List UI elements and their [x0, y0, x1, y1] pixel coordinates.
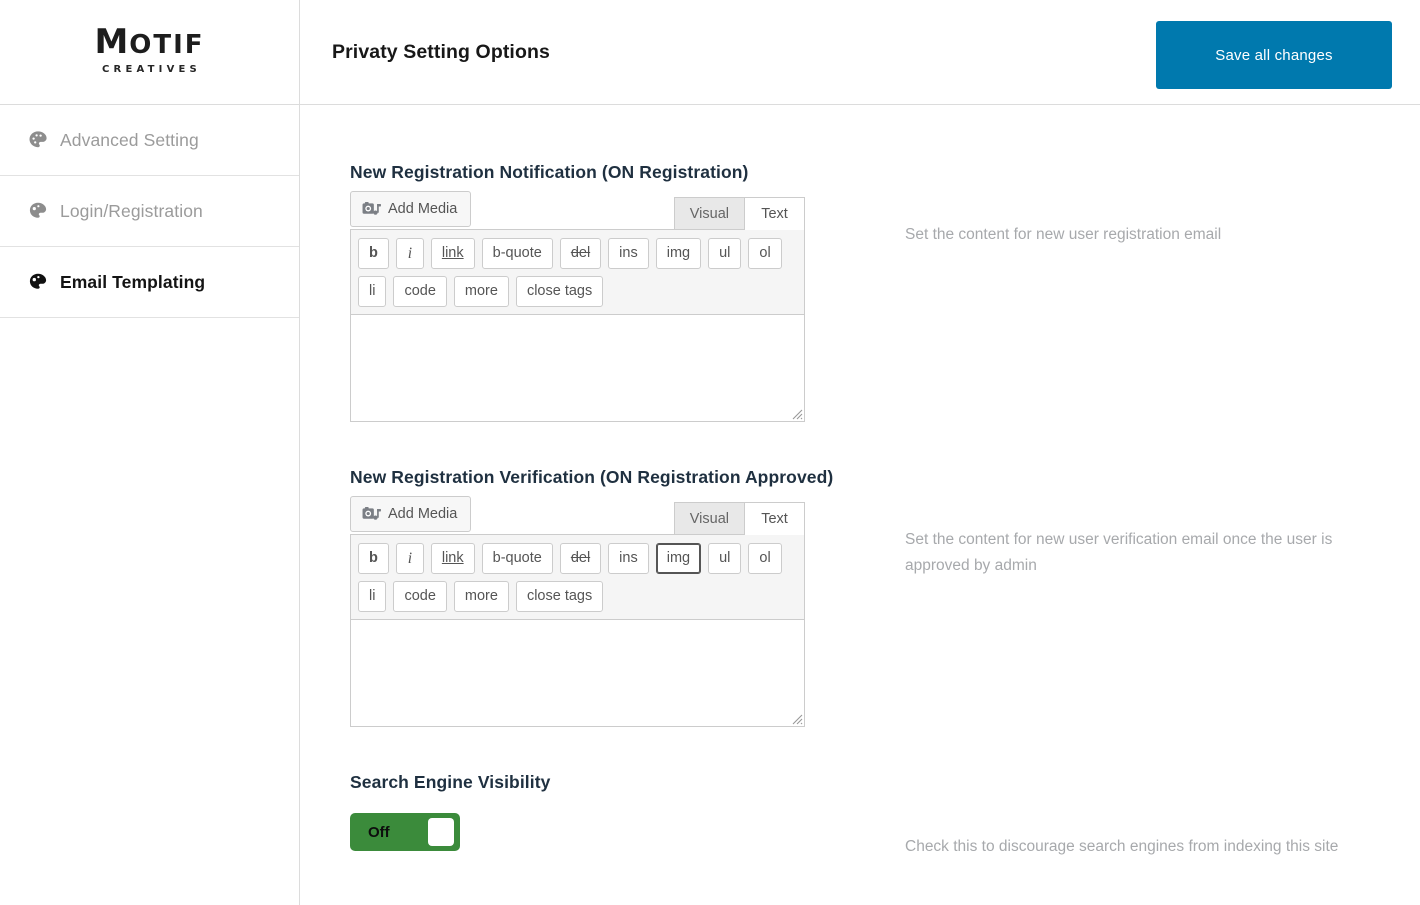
quicktag-li[interactable]: li [358, 581, 387, 612]
brand-logo: M OTIF CREATIVES [0, 0, 299, 105]
quicktag-ol[interactable]: ol [748, 543, 782, 574]
settings-content: New Registration Notification (ON Regist… [300, 105, 1420, 905]
quicktag-link[interactable]: link [430, 543, 475, 574]
quicktags-toolbar: b i link b-quote del ins img ul ol li co… [350, 229, 805, 314]
section-title: Search Engine Visibility [350, 772, 551, 792]
section-right-column: Set the content for new user verificatio… [855, 467, 1420, 594]
palette-icon [28, 201, 48, 221]
section-left-column: New Registration Verification (ON Regist… [300, 467, 855, 727]
save-all-changes-button[interactable]: Save all changes [1156, 21, 1392, 89]
add-media-label: Add Media [388, 505, 458, 522]
search-engine-visibility-toggle[interactable]: Off [350, 813, 460, 851]
quicktags-toolbar: b i link b-quote del ins img ul ol li co… [350, 534, 805, 619]
add-media-button[interactable]: Add Media [350, 191, 472, 227]
section-title: New Registration Verification (ON Regist… [350, 467, 834, 487]
sidebar-filler [0, 318, 299, 905]
sidebar: M OTIF CREATIVES Advanced Setting Login/… [0, 0, 300, 905]
quicktag-close-tags[interactable]: close tags [515, 581, 604, 612]
editor-mode-tabs: Visual Text [673, 501, 805, 535]
brand-wordmark: M OTIF [94, 25, 204, 59]
sidebar-item-login-registration[interactable]: Login/Registration [0, 176, 299, 247]
tab-text[interactable]: Text [745, 197, 805, 230]
media-icon [362, 201, 381, 218]
editor-textarea[interactable] [350, 314, 805, 422]
editor-toolbar-row: Add Media Visual Text [350, 191, 805, 230]
page-title: Privaty Setting Options [332, 40, 550, 63]
sidebar-item-email-templating[interactable]: Email Templating [0, 247, 299, 318]
quicktag-del[interactable]: del [559, 238, 602, 269]
sidebar-item-label: Login/Registration [60, 200, 203, 221]
toggle-state-label: Off [368, 823, 390, 841]
quicktag-i[interactable]: i [395, 543, 424, 574]
quicktag-ul[interactable]: ul [708, 238, 742, 269]
section-right-column: Set the content for new user registratio… [855, 162, 1420, 263]
editor-new-registration-notification: Add Media Visual Text b i link b-quote d… [350, 191, 805, 422]
palette-icon [28, 272, 48, 292]
brand-name-rest: OTIF [129, 30, 205, 60]
editor-textarea[interactable] [350, 619, 805, 727]
quicktag-del[interactable]: del [559, 543, 602, 574]
quicktag-b[interactable]: b [358, 238, 389, 269]
quicktag-b-quote[interactable]: b-quote [481, 543, 553, 574]
section-right-column: Check this to discourage search engines … [855, 772, 1420, 875]
app-root: M OTIF CREATIVES Advanced Setting Login/… [0, 0, 1420, 905]
quicktag-ins[interactable]: ins [608, 238, 649, 269]
topbar: Privaty Setting Options Save all changes [300, 0, 1420, 105]
resize-handle-icon[interactable] [790, 712, 803, 725]
quicktag-b[interactable]: b [358, 543, 389, 574]
tab-text[interactable]: Text [745, 502, 805, 535]
editor-mode-tabs: Visual Text [673, 196, 805, 230]
quicktag-img[interactable]: img [655, 543, 702, 574]
quicktag-link[interactable]: link [430, 238, 475, 269]
section-search-engine-visibility: Search Engine Visibility Off Check this … [300, 772, 1420, 875]
quicktag-b-quote[interactable]: b-quote [481, 238, 553, 269]
quicktag-more[interactable]: more [453, 276, 509, 307]
palette-icon [28, 130, 48, 150]
section-description: Set the content for new user registratio… [905, 225, 1222, 243]
section-left-column: New Registration Notification (ON Regist… [300, 162, 855, 422]
resize-handle-icon[interactable] [790, 407, 803, 420]
quicktag-i[interactable]: i [395, 238, 424, 269]
sidebar-item-advanced-setting[interactable]: Advanced Setting [0, 105, 299, 176]
section-new-registration-notification: New Registration Notification (ON Regist… [300, 162, 1420, 422]
media-icon [362, 506, 381, 523]
editor-new-registration-verification: Add Media Visual Text b i link b-quote d… [350, 496, 805, 727]
tab-visual[interactable]: Visual [673, 197, 745, 230]
section-new-registration-verification: New Registration Verification (ON Regist… [300, 467, 1420, 727]
editor-toolbar-row: Add Media Visual Text [350, 496, 805, 535]
sidebar-item-label: Email Templating [60, 271, 206, 292]
quicktag-li[interactable]: li [358, 276, 387, 307]
toggle-knob[interactable] [428, 818, 454, 846]
main-area: Privaty Setting Options Save all changes… [300, 0, 1420, 905]
quicktag-ul[interactable]: ul [708, 543, 742, 574]
section-left-column: Search Engine Visibility Off [300, 772, 855, 851]
quicktag-ol[interactable]: ol [748, 238, 782, 269]
quicktag-more[interactable]: more [453, 581, 509, 612]
section-description: Check this to discourage search engines … [905, 837, 1339, 855]
quicktag-img[interactable]: img [655, 238, 702, 269]
quicktag-ins[interactable]: ins [608, 543, 649, 574]
tab-visual[interactable]: Visual [673, 502, 745, 535]
add-media-button[interactable]: Add Media [350, 496, 472, 532]
brand-name-cap: M [94, 22, 130, 62]
section-description: Set the content for new user verificatio… [905, 530, 1333, 574]
sidebar-item-label: Advanced Setting [60, 129, 199, 150]
add-media-label: Add Media [388, 200, 458, 217]
brand-tagline: CREATIVES [102, 64, 201, 75]
quicktag-code[interactable]: code [393, 581, 447, 612]
quicktag-code[interactable]: code [393, 276, 447, 307]
quicktag-close-tags[interactable]: close tags [515, 276, 604, 307]
section-title: New Registration Notification (ON Regist… [350, 162, 749, 182]
